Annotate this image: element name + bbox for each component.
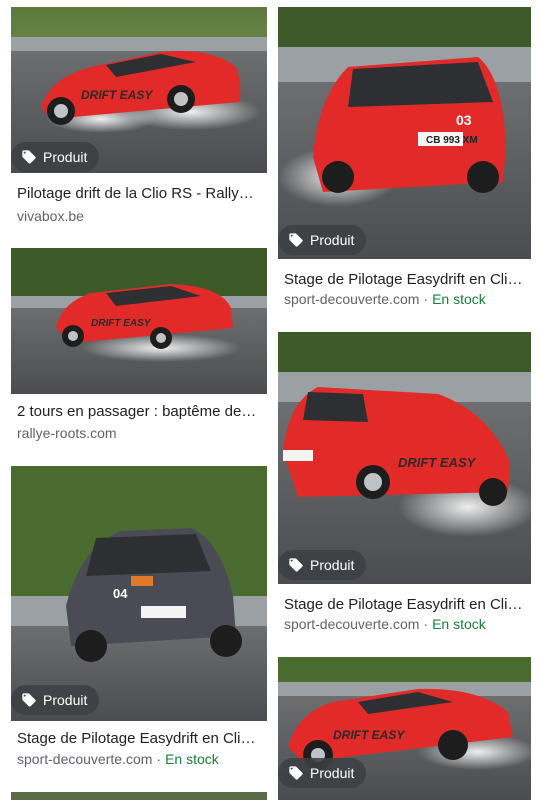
source-domain: sport-decouverte.com bbox=[284, 616, 420, 632]
separator: · bbox=[423, 616, 429, 632]
stock-status: En stock bbox=[165, 751, 219, 767]
product-badge: Produit bbox=[278, 758, 367, 788]
product-badge-label: Produit bbox=[310, 232, 355, 248]
product-badge: Produit bbox=[11, 142, 100, 172]
result-source: vivabox.be bbox=[17, 208, 84, 224]
product-card-6[interactable]: DRIFT EASY Produit bbox=[278, 657, 531, 800]
product-card-5[interactable]: 04 Produit Stage de Pilotage Easydrift e… bbox=[11, 466, 267, 776]
tag-icon bbox=[21, 149, 37, 165]
svg-text:DRIFT EASY: DRIFT EASY bbox=[398, 455, 477, 470]
tag-icon bbox=[288, 765, 304, 781]
product-image-grey-clio-04[interactable]: 04 bbox=[11, 466, 267, 721]
result-source: sport-decouverte.com · En stock bbox=[284, 291, 486, 307]
product-card-4[interactable]: DRIFT EASY Produit Stage de Pilotage Eas… bbox=[278, 332, 531, 632]
product-badge-label: Produit bbox=[43, 692, 88, 708]
stock-status: En stock bbox=[432, 291, 486, 307]
source-domain: rallye-roots.com bbox=[17, 425, 117, 441]
result-source: rallye-roots.com bbox=[17, 425, 117, 441]
svg-text:04: 04 bbox=[113, 586, 128, 601]
product-image-partial[interactable] bbox=[11, 792, 267, 800]
separator: · bbox=[423, 291, 429, 307]
stock-status: En stock bbox=[432, 616, 486, 632]
result-title[interactable]: Stage de Pilotage Easydrift en Cli… bbox=[284, 271, 525, 288]
product-badge: Produit bbox=[278, 225, 367, 255]
svg-text:DRIFT EASY: DRIFT EASY bbox=[333, 728, 405, 742]
product-card-2[interactable]: CB 993 XM 03 Produit Stage de Pilotage E… bbox=[278, 7, 531, 307]
svg-text:DRIFT EASY: DRIFT EASY bbox=[81, 88, 153, 102]
result-title[interactable]: Stage de Pilotage Easydrift en Cli… bbox=[17, 730, 261, 747]
product-image-red-clio-track[interactable]: DRIFT EASY bbox=[11, 248, 267, 394]
product-badge-label: Produit bbox=[43, 149, 88, 165]
svg-text:03: 03 bbox=[456, 112, 472, 128]
tag-icon bbox=[288, 232, 304, 248]
result-title[interactable]: 2 tours en passager : baptême de… bbox=[17, 403, 261, 420]
tag-icon bbox=[21, 692, 37, 708]
product-image-red-clio-03[interactable]: CB 993 XM 03 bbox=[278, 7, 531, 259]
svg-text:CB 993 XM: CB 993 XM bbox=[426, 135, 478, 146]
svg-text:DRIFT EASY: DRIFT EASY bbox=[91, 318, 152, 329]
tag-icon bbox=[288, 557, 304, 573]
result-title[interactable]: Pilotage drift de la Clio RS - Rally… bbox=[17, 185, 261, 202]
product-image-red-clio-rear[interactable]: DRIFT EASY bbox=[278, 332, 531, 584]
product-card-7-partial[interactable] bbox=[11, 792, 267, 800]
product-card-1[interactable]: DRIFT EASY Produit Pilotage drift de la … bbox=[11, 7, 267, 225]
result-source: sport-decouverte.com · En stock bbox=[284, 616, 486, 632]
product-badge: Produit bbox=[278, 550, 367, 580]
product-badge: Produit bbox=[11, 685, 100, 715]
source-domain: vivabox.be bbox=[17, 208, 84, 224]
product-card-3[interactable]: DRIFT EASY 2 tours en passager : baptême… bbox=[11, 248, 267, 444]
result-source: sport-decouverte.com · En stock bbox=[17, 751, 219, 767]
product-badge-label: Produit bbox=[310, 557, 355, 573]
product-badge-label: Produit bbox=[310, 765, 355, 781]
result-title[interactable]: Stage de Pilotage Easydrift en Cli… bbox=[284, 596, 525, 613]
source-domain: sport-decouverte.com bbox=[17, 751, 153, 767]
source-domain: sport-decouverte.com bbox=[284, 291, 420, 307]
separator: · bbox=[156, 751, 162, 767]
